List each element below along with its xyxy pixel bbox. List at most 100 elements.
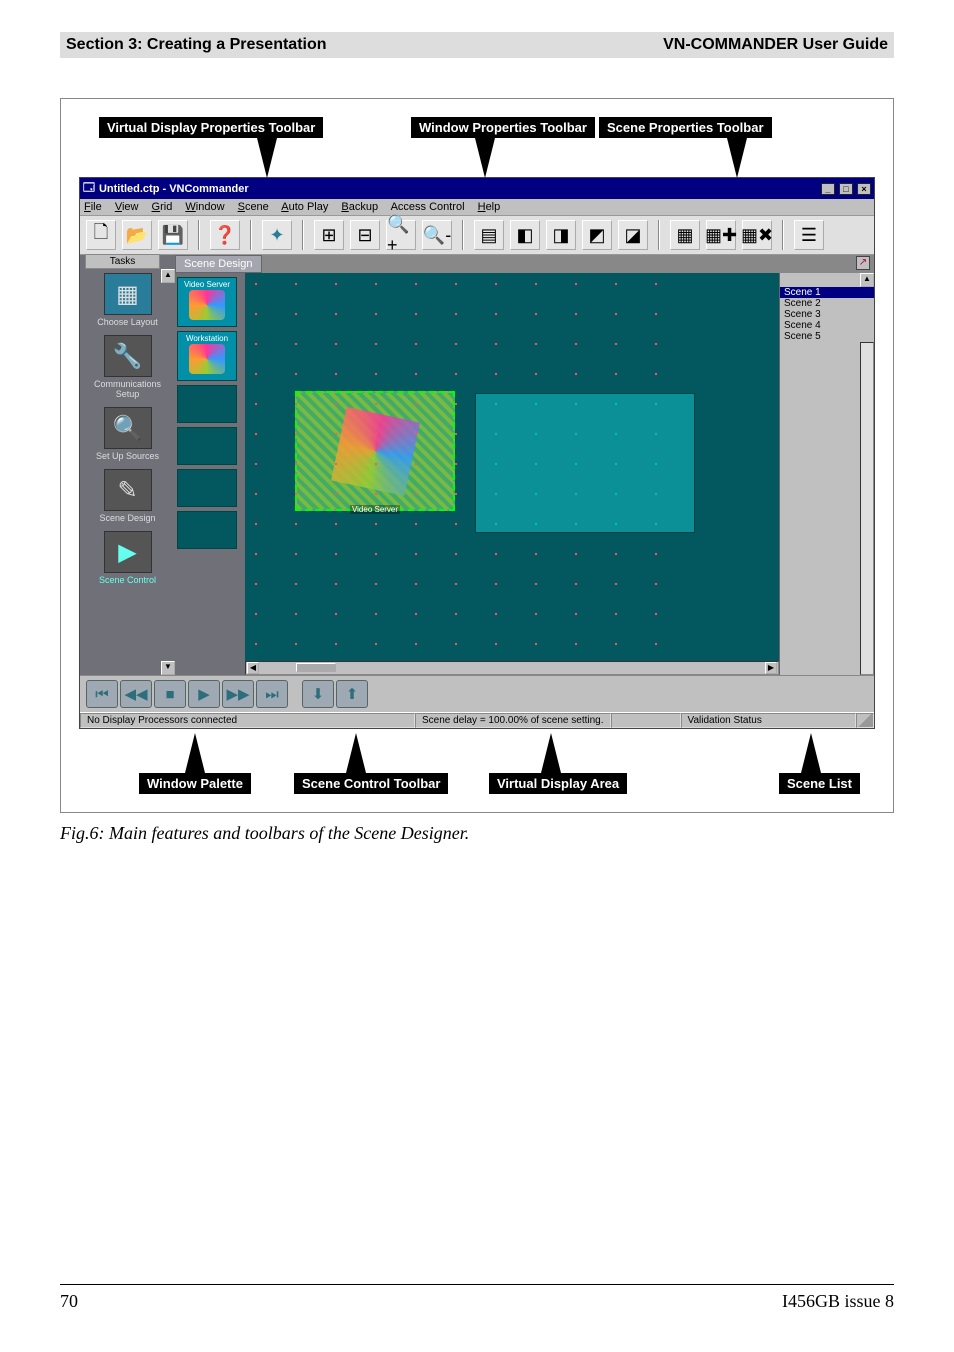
menu-grid[interactable]: Grid [152, 201, 173, 213]
task-scene-design[interactable]: ✎ Scene Design [82, 469, 173, 523]
comm-icon: 🔧 [104, 335, 152, 377]
close-button[interactable]: × [857, 183, 871, 195]
scroll-right-icon[interactable]: ▶ [765, 662, 777, 674]
task-comm-setup[interactable]: 🔧 Communications Setup [82, 335, 173, 399]
grid-decrease-icon[interactable]: ⊟ [350, 220, 380, 250]
scene-tab-bar: Scene Design ↗ [175, 255, 874, 273]
issue-code: I456GB issue 8 [782, 1291, 894, 1312]
app-icon: 🗔 [83, 179, 95, 198]
scene-list-vtrack[interactable] [860, 342, 874, 675]
tasks-scroll-up[interactable]: ▲ [161, 269, 175, 283]
window-palette: Video Server Workstation [175, 273, 245, 675]
tasks-tab[interactable]: Tasks [85, 254, 160, 269]
download-icon[interactable]: ⬇ [302, 680, 334, 708]
scene-list-scroll-up[interactable]: ▲ [860, 273, 874, 287]
top-callout-row: Virtual Display Properties Toolbar Windo… [79, 117, 875, 177]
scene-body: Video Server Workstation [175, 273, 874, 675]
menu-bar: File View Grid Window Scene Auto Play Ba… [80, 199, 874, 216]
minimize-button[interactable]: _ [821, 183, 835, 195]
window-prop3-icon[interactable]: ◨ [546, 220, 576, 250]
zoom-out-icon[interactable]: 🔍- [422, 220, 452, 250]
header-left: Section 3: Creating a Presentation [66, 36, 327, 54]
palette-item-6[interactable] [177, 511, 237, 549]
scene-item-1[interactable]: Scene 1 [780, 287, 874, 298]
sources-icon: 🔍 [104, 407, 152, 449]
menu-window[interactable]: Window [185, 201, 224, 213]
main-area: Tasks ▲ ▦ Choose Layout 🔧 Communications… [80, 255, 874, 675]
callout-scene-control: Scene Control Toolbar [294, 773, 448, 794]
scroll-thumb[interactable] [296, 663, 336, 672]
list-icon[interactable]: ☰ [794, 220, 824, 250]
scene-item-3[interactable]: Scene 3 [780, 309, 874, 320]
palette-video-server[interactable]: Video Server [177, 277, 237, 327]
menu-access[interactable]: Access Control [391, 201, 465, 213]
scene-control-toolbar: ⏮ ◀◀ ■ ▶ ▶▶ ⏭ ⬇ ⬆ [80, 675, 874, 712]
status-validation: Validation Status [681, 713, 856, 728]
window-prop2-icon[interactable]: ◧ [510, 220, 540, 250]
window-prop4-icon[interactable]: ◩ [582, 220, 612, 250]
vncommander-window: 🗔 Untitled.ctp - VNCommander _ □ × File … [79, 177, 875, 729]
task-setup-sources[interactable]: 🔍 Set Up Sources [82, 407, 173, 461]
palette-item-5[interactable] [177, 469, 237, 507]
status-scene-delay: Scene delay = 100.00% of scene setting. [415, 713, 611, 728]
palette-workstation[interactable]: Workstation [177, 331, 237, 381]
tasks-list: ▲ ▦ Choose Layout 🔧 Communications Setup… [80, 269, 175, 675]
play-icon[interactable]: ▶ [188, 680, 220, 708]
window-prop5-icon[interactable]: ◪ [618, 220, 648, 250]
maximize-button[interactable]: □ [839, 183, 853, 195]
scene-list: ▲ Scene 1 Scene 2 Scene 3 Scene 4 Scene … [779, 273, 874, 675]
scroll-left-icon[interactable]: ◀ [247, 662, 259, 674]
palette-item-4[interactable] [177, 427, 237, 465]
last-icon[interactable]: ⏭ [256, 680, 288, 708]
rewind-icon[interactable]: ◀◀ [120, 680, 152, 708]
canvas-h-scrollbar[interactable]: ◀ ▶ [245, 661, 779, 675]
virtual-display-area[interactable]: Video Server [245, 273, 779, 661]
layout-icon: ▦ [104, 273, 152, 315]
task-scene-control[interactable]: ▶ Scene Control [82, 531, 173, 585]
canvas-wrap: Video Server ◀ ▶ [245, 273, 779, 675]
title-bar[interactable]: 🗔 Untitled.ctp - VNCommander _ □ × [80, 178, 874, 199]
design-icon: ✎ [104, 469, 152, 511]
help-icon[interactable]: ❓ [210, 220, 240, 250]
menu-file[interactable]: File [84, 201, 102, 213]
menu-view[interactable]: View [115, 201, 139, 213]
new-icon[interactable]: 🗋 [86, 220, 116, 250]
scene-item-5[interactable]: Scene 5 [780, 331, 874, 342]
page-header-band: Section 3: Creating a Presentation VN-CO… [60, 32, 894, 58]
detach-icon[interactable]: ↗ [856, 256, 870, 270]
scene-item-2[interactable]: Scene 2 [780, 298, 874, 309]
vs-window-label: Video Server [350, 505, 400, 514]
grid-increase-icon[interactable]: ⊞ [314, 220, 344, 250]
menu-help[interactable]: Help [478, 201, 501, 213]
palette-item-3[interactable] [177, 385, 237, 423]
upload-icon[interactable]: ⬆ [336, 680, 368, 708]
menu-backup[interactable]: Backup [341, 201, 378, 213]
scene-design-tab[interactable]: Scene Design [175, 255, 262, 273]
page-number: 70 [60, 1291, 78, 1312]
region-window[interactable] [475, 393, 695, 533]
menu-scene[interactable]: Scene [238, 201, 269, 213]
tasks-scroll-down[interactable]: ▼ [161, 661, 175, 675]
scene-add-icon[interactable]: ▦ [670, 220, 700, 250]
window-prop1-icon[interactable]: ▤ [474, 220, 504, 250]
resize-grip-icon[interactable] [856, 713, 874, 728]
zoom-in-icon[interactable]: 🔍+ [386, 220, 416, 250]
menu-autoplay[interactable]: Auto Play [281, 201, 328, 213]
figure-caption: Fig.6: Main features and toolbars of the… [60, 823, 894, 844]
stop-icon[interactable]: ■ [154, 680, 186, 708]
callout-scene-list: Scene List [779, 773, 860, 794]
callout-window-palette: Window Palette [139, 773, 251, 794]
scene-item-4[interactable]: Scene 4 [780, 320, 874, 331]
scene-delete-icon[interactable]: ▦✖ [742, 220, 772, 250]
ffwd-icon[interactable]: ▶▶ [222, 680, 254, 708]
page-footer: 70 I456GB issue 8 [60, 1284, 894, 1312]
tab-spacer: ↗ [262, 255, 875, 273]
scene-edit-icon[interactable]: ▦✚ [706, 220, 736, 250]
status-blank [611, 713, 681, 728]
first-icon[interactable]: ⏮ [86, 680, 118, 708]
task-choose-layout[interactable]: ▦ Choose Layout [82, 273, 173, 327]
open-icon[interactable]: 📂 [122, 220, 152, 250]
snap-icon[interactable]: ✦ [262, 220, 292, 250]
callout-vd-properties: Virtual Display Properties Toolbar [99, 117, 323, 138]
save-icon[interactable]: 💾 [158, 220, 188, 250]
